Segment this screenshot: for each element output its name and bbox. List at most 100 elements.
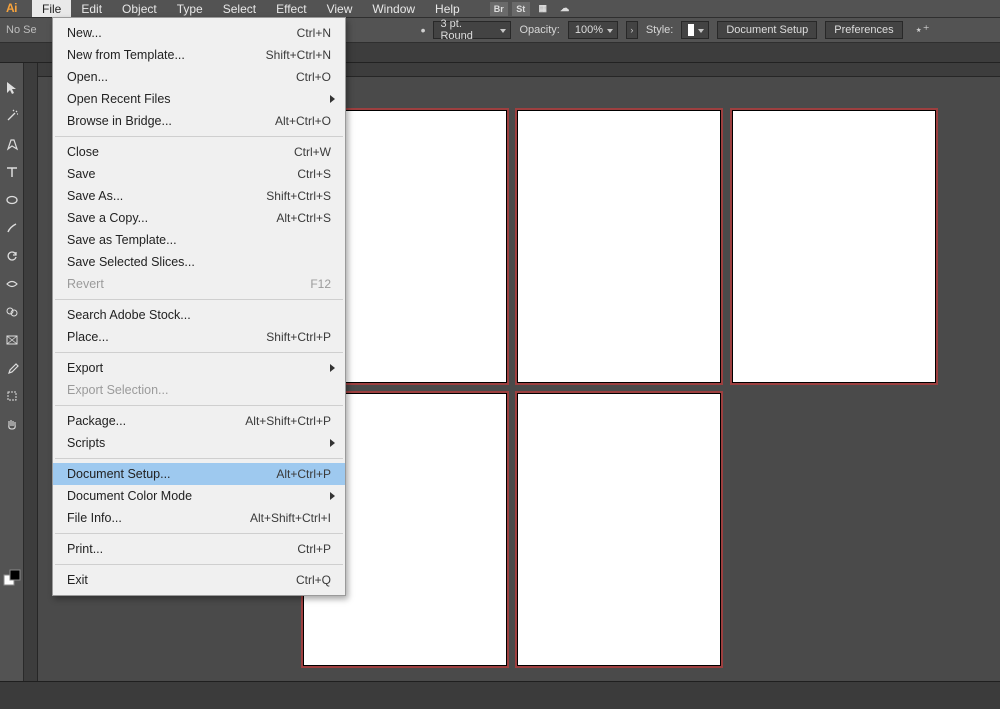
color-swap-icon[interactable] xyxy=(1,567,23,589)
menu-item-save[interactable]: SaveCtrl+S xyxy=(53,163,345,185)
menu-separator xyxy=(55,458,343,459)
menu-select[interactable]: Select xyxy=(213,0,266,17)
menu-item-label: File Info... xyxy=(67,511,250,525)
menubar-adobe-br-icon[interactable]: Br xyxy=(490,2,508,16)
style-dropdown[interactable] xyxy=(681,21,709,39)
menu-item-new[interactable]: New...Ctrl+N xyxy=(53,22,345,44)
type-tool-icon[interactable] xyxy=(1,161,23,183)
style-label: Style: xyxy=(646,24,674,36)
menu-item-exit[interactable]: ExitCtrl+Q xyxy=(53,569,345,591)
menu-item-label: Print... xyxy=(67,542,297,556)
menu-type[interactable]: Type xyxy=(167,0,213,17)
artboard[interactable] xyxy=(517,110,721,383)
menu-item-document-setup[interactable]: Document Setup...Alt+Ctrl+P xyxy=(53,463,345,485)
menu-item-open-recent-files[interactable]: Open Recent Files xyxy=(53,88,345,110)
menu-item-save-as[interactable]: Save As...Shift+Ctrl+S xyxy=(53,185,345,207)
shape-builder-tool-icon[interactable] xyxy=(1,301,23,323)
menu-item-revert: RevertF12 xyxy=(53,273,345,295)
menubar-right-icons: Br St ▦ ☁ xyxy=(490,2,574,16)
menu-item-shortcut: Alt+Shift+Ctrl+I xyxy=(250,511,331,525)
menu-item-label: Save a Copy... xyxy=(67,211,276,225)
menu-help[interactable]: Help xyxy=(425,0,470,17)
menu-separator xyxy=(55,299,343,300)
menu-item-label: Save As... xyxy=(67,189,266,203)
stroke-profile-dropdown[interactable]: 3 pt. Round xyxy=(433,21,511,39)
submenu-arrow-icon xyxy=(330,439,335,447)
menu-file[interactable]: File xyxy=(32,0,71,17)
artboard[interactable] xyxy=(732,110,936,383)
opacity-dropdown[interactable]: 100% xyxy=(568,21,618,39)
menu-item-shortcut: Ctrl+P xyxy=(297,542,331,556)
menu-separator xyxy=(55,136,343,137)
menu-item-label: Package... xyxy=(67,414,245,428)
stroke-profile-value: 3 pt. Round xyxy=(440,18,496,42)
menu-item-export[interactable]: Export xyxy=(53,357,345,379)
menu-item-label: Document Setup... xyxy=(67,467,276,481)
menu-item-save-a-copy[interactable]: Save a Copy...Alt+Ctrl+S xyxy=(53,207,345,229)
hand-tool-icon[interactable] xyxy=(1,413,23,435)
menu-item-label: New from Template... xyxy=(67,48,266,62)
artboard[interactable] xyxy=(517,393,721,666)
menu-item-label: Save as Template... xyxy=(67,233,331,247)
menubar-adobe-st-icon[interactable]: St xyxy=(512,2,530,16)
status-bar xyxy=(0,681,1000,709)
menu-item-label: New... xyxy=(67,26,297,40)
paintbrush-tool-icon[interactable] xyxy=(1,217,23,239)
menu-item-shortcut: Ctrl+Q xyxy=(296,573,331,587)
menu-item-shortcut: Ctrl+W xyxy=(294,145,331,159)
menu-item-open[interactable]: Open...Ctrl+O xyxy=(53,66,345,88)
menu-item-label: Document Color Mode xyxy=(67,489,331,503)
menu-item-label: Open Recent Files xyxy=(67,92,331,106)
menu-separator xyxy=(55,564,343,565)
menu-item-save-as-template[interactable]: Save as Template... xyxy=(53,229,345,251)
menu-window[interactable]: Window xyxy=(362,0,425,17)
menu-effect[interactable]: Effect xyxy=(266,0,316,17)
document-setup-button[interactable]: Document Setup xyxy=(717,21,817,39)
menu-item-shortcut: Alt+Ctrl+P xyxy=(276,467,331,481)
menu-item-label: Open... xyxy=(67,70,296,84)
submenu-arrow-icon xyxy=(330,95,335,103)
app-logo: Ai xyxy=(6,1,17,15)
menu-item-new-from-template[interactable]: New from Template...Shift+Ctrl+N xyxy=(53,44,345,66)
eyedropper-tool-icon[interactable] xyxy=(1,357,23,379)
menu-item-label: Place... xyxy=(67,330,266,344)
menu-item-place[interactable]: Place...Shift+Ctrl+P xyxy=(53,326,345,348)
chevron-right-icon[interactable]: › xyxy=(626,21,638,39)
artboard-tool-icon[interactable] xyxy=(1,385,23,407)
menu-item-label: Export Selection... xyxy=(67,383,331,397)
sync-icon[interactable]: ☁ xyxy=(556,2,574,16)
menu-item-shortcut: Alt+Ctrl+S xyxy=(276,211,331,225)
menu-item-close[interactable]: CloseCtrl+W xyxy=(53,141,345,163)
menu-item-file-info[interactable]: File Info...Alt+Shift+Ctrl+I xyxy=(53,507,345,529)
ellipse-tool-icon[interactable] xyxy=(1,189,23,211)
menu-edit[interactable]: Edit xyxy=(71,0,112,17)
menu-item-label: Save xyxy=(67,167,297,181)
menu-item-document-color-mode[interactable]: Document Color Mode xyxy=(53,485,345,507)
perspective-grid-tool-icon[interactable] xyxy=(1,329,23,351)
menu-item-browse-in-bridge[interactable]: Browse in Bridge...Alt+Ctrl+O xyxy=(53,110,345,132)
menu-item-label: Scripts xyxy=(67,436,331,450)
width-tool-icon[interactable] xyxy=(1,273,23,295)
menu-bar: FileEditObjectTypeSelectEffectViewWindow… xyxy=(0,0,1000,17)
pen-tool-icon[interactable] xyxy=(1,133,23,155)
menu-item-package[interactable]: Package...Alt+Shift+Ctrl+P xyxy=(53,410,345,432)
menu-item-label: Search Adobe Stock... xyxy=(67,308,331,322)
selection-tool-icon[interactable] xyxy=(1,77,23,99)
menu-item-search-adobe-stock[interactable]: Search Adobe Stock... xyxy=(53,304,345,326)
preferences-button[interactable]: Preferences xyxy=(825,21,902,39)
menu-item-label: Export xyxy=(67,361,331,375)
menu-view[interactable]: View xyxy=(317,0,363,17)
menu-item-label: Browse in Bridge... xyxy=(67,114,275,128)
menu-item-shortcut: Shift+Ctrl+P xyxy=(266,330,331,344)
menu-item-label: Close xyxy=(67,145,294,159)
magic-wand-tool-icon[interactable] xyxy=(1,105,23,127)
menu-item-label: Exit xyxy=(67,573,296,587)
menu-item-shortcut: F12 xyxy=(310,277,331,291)
rotate-tool-icon[interactable] xyxy=(1,245,23,267)
menu-item-scripts[interactable]: Scripts xyxy=(53,432,345,454)
arrange-documents-icon[interactable]: ▦ xyxy=(534,2,552,16)
menu-item-save-selected-slices[interactable]: Save Selected Slices... xyxy=(53,251,345,273)
menu-object[interactable]: Object xyxy=(112,0,167,17)
menu-item-print[interactable]: Print...Ctrl+P xyxy=(53,538,345,560)
pin-icon[interactable]: ⋆⁺ xyxy=(915,22,930,38)
